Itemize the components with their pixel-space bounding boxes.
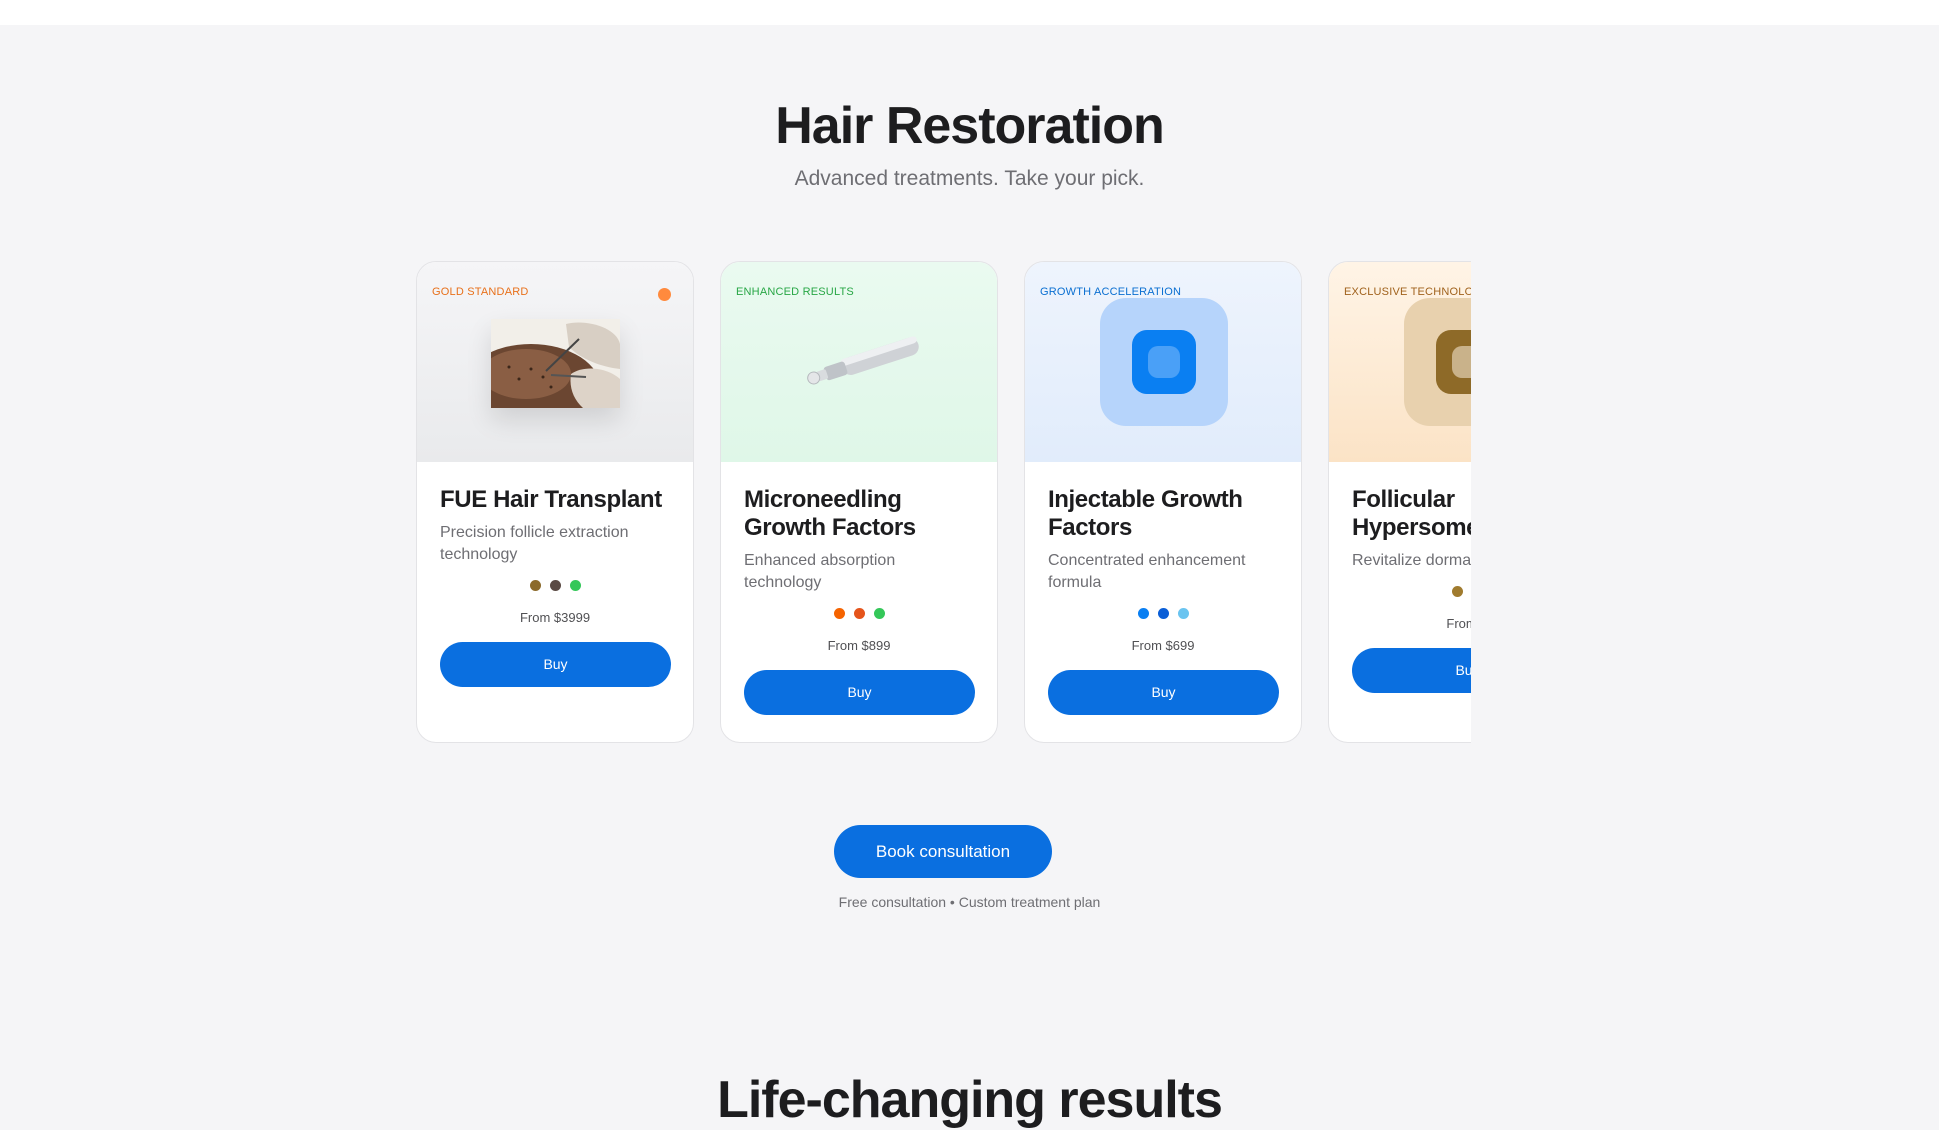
card-price: From $ bbox=[1446, 616, 1471, 631]
card-media: EXCLUSIVE TECHNOLOGY bbox=[1329, 262, 1471, 462]
product-card[interactable]: EXCLUSIVE TECHNOLOGY Follicular Hypersom… bbox=[1328, 261, 1471, 743]
card-media: ENHANCED RESULTS bbox=[721, 262, 997, 462]
status-dot bbox=[658, 288, 671, 301]
color-swatches bbox=[440, 580, 670, 591]
swatch[interactable] bbox=[569, 580, 581, 591]
swatch[interactable] bbox=[529, 580, 541, 591]
product-card[interactable]: GOLD STANDARD FUE Hair Transplant Precis… bbox=[416, 261, 694, 743]
card-tag: GOLD STANDARD bbox=[432, 286, 529, 298]
product-card[interactable]: ENHANCED RESULTS Microneedling Growth Fa… bbox=[720, 261, 998, 743]
swatch[interactable] bbox=[833, 608, 845, 619]
procedure-photo bbox=[491, 319, 620, 408]
card-media: GOLD STANDARD bbox=[417, 262, 693, 462]
buy-button[interactable]: Buy bbox=[744, 670, 975, 715]
color-swatches bbox=[1048, 608, 1278, 619]
swatch[interactable] bbox=[1157, 608, 1169, 619]
card-title: Microneedling Growth Factors bbox=[744, 486, 916, 541]
section-subtitle: Advanced treatments. Take your pick. bbox=[794, 167, 1145, 190]
card-media: GROWTH ACCELERATION bbox=[1025, 262, 1301, 462]
consultation-note: Free consultation • Custom treatment pla… bbox=[838, 894, 1101, 910]
buy-button[interactable]: Buy bbox=[1352, 648, 1471, 693]
buy-button[interactable]: Buy bbox=[440, 642, 671, 687]
card-title: Injectable Growth Factors bbox=[1048, 486, 1243, 541]
swatch[interactable] bbox=[549, 580, 561, 591]
section-title: Hair Restoration bbox=[775, 97, 1165, 155]
product-card[interactable]: GROWTH ACCELERATION Injectable Growth Fa… bbox=[1024, 261, 1302, 743]
microneedling-pen-image bbox=[807, 336, 919, 385]
buy-button[interactable]: Buy bbox=[1048, 670, 1279, 715]
card-title: Follicular Hypersome bbox=[1352, 486, 1471, 541]
card-description: Enhanced absorption technology bbox=[744, 552, 896, 591]
card-price: From $3999 bbox=[519, 610, 591, 625]
card-description: Concentrated enhancement formula bbox=[1048, 552, 1246, 591]
hypersome-icon bbox=[1404, 298, 1471, 426]
card-price: From $899 bbox=[827, 638, 891, 653]
card-description: Precision follicle extraction technology bbox=[440, 524, 629, 563]
swatch[interactable] bbox=[873, 608, 885, 619]
top-nav-bar bbox=[0, 0, 1939, 25]
swatch[interactable] bbox=[1177, 608, 1189, 619]
swatch[interactable] bbox=[1137, 608, 1149, 619]
card-description: Revitalize dormant bbox=[1352, 552, 1471, 569]
swatch[interactable] bbox=[853, 608, 865, 619]
card-tag: ENHANCED RESULTS bbox=[736, 286, 854, 298]
color-swatches bbox=[1352, 586, 1471, 597]
card-tag: GROWTH ACCELERATION bbox=[1040, 286, 1182, 298]
card-title: FUE Hair Transplant bbox=[440, 486, 662, 513]
card-tag: EXCLUSIVE TECHNOLOGY bbox=[1344, 286, 1471, 298]
growth-factor-icon bbox=[1100, 298, 1228, 426]
swatch[interactable] bbox=[1451, 586, 1463, 597]
card-price: From $699 bbox=[1131, 638, 1195, 653]
color-swatches bbox=[744, 608, 974, 619]
book-consultation-button[interactable]: Book consultation bbox=[834, 825, 1052, 878]
next-section-title: Life-changing results bbox=[717, 1071, 1223, 1129]
product-carousel[interactable]: GOLD STANDARD FUE Hair Transplant Precis… bbox=[415, 260, 1471, 746]
